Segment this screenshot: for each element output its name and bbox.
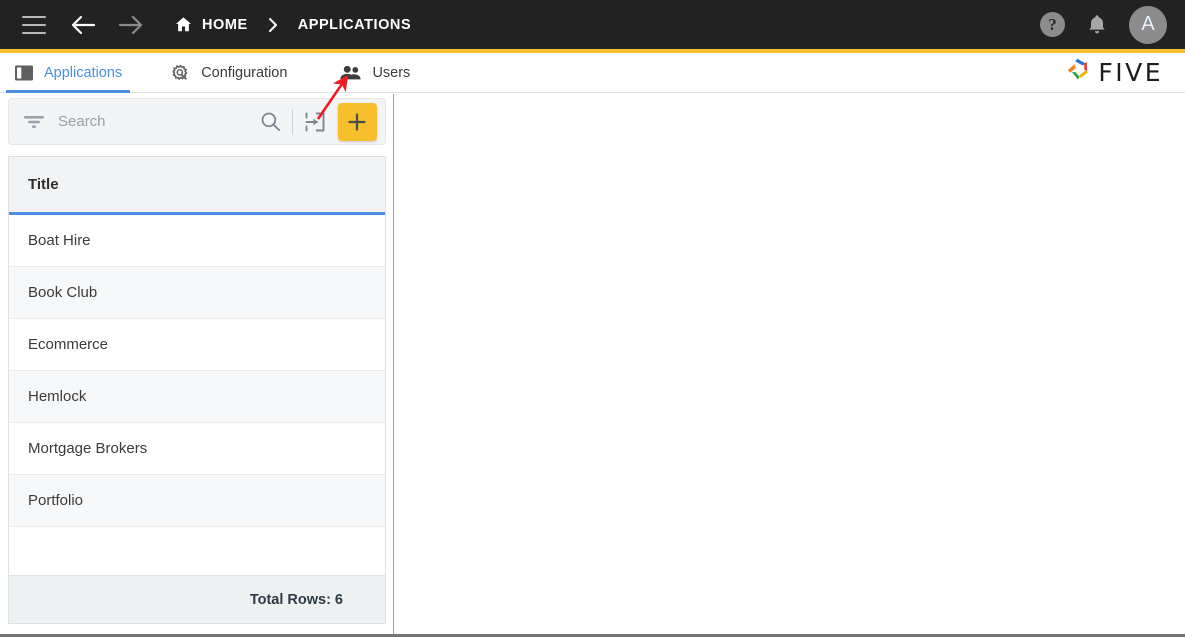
column-header-title[interactable]: Title (9, 176, 59, 193)
cell-title: Ecommerce (28, 336, 109, 353)
grid-toolbar (8, 98, 386, 145)
brand-name: FIVE (1098, 57, 1163, 87)
cell-title: Boat Hire (28, 232, 91, 249)
five-pinwheel-logo-icon (1064, 56, 1092, 88)
chevron-right-icon (268, 17, 278, 33)
tab-label: Configuration (201, 65, 288, 81)
people-icon (339, 64, 362, 82)
applications-grid: Title Boat Hire Book Club Ecommerce Heml… (8, 156, 386, 624)
user-avatar[interactable]: A (1129, 5, 1167, 44)
tab-applications[interactable]: Applications (0, 53, 136, 93)
table-row[interactable]: Portfolio (9, 475, 385, 527)
filter-icon[interactable] (21, 108, 46, 136)
cell-title: Mortgage Brokers (28, 440, 148, 457)
table-row[interactable]: Book Club (9, 267, 385, 319)
table-row[interactable]: Mortgage Brokers (9, 423, 385, 475)
home-icon (174, 15, 193, 34)
breadcrumb-home-link[interactable]: HOME (202, 17, 248, 33)
tab-label: Applications (44, 65, 123, 81)
tab-users[interactable]: Users (325, 53, 424, 93)
toolbar-divider (291, 108, 293, 135)
cell-title: Book Club (28, 284, 98, 301)
gear-wrench-icon (170, 63, 191, 83)
add-application-button[interactable] (337, 102, 377, 141)
brand-logo: FIVE (1064, 56, 1163, 88)
import-icon[interactable] (303, 108, 328, 136)
hamburger-menu-icon[interactable] (22, 15, 46, 34)
grid-empty-space (9, 527, 385, 575)
table-row[interactable]: Ecommerce (9, 319, 385, 371)
breadcrumb-current-page: APPLICATIONS (297, 16, 412, 33)
search-input[interactable] (58, 113, 257, 130)
grid-body: Boat Hire Book Club Ecommerce Hemlock Mo… (9, 215, 385, 575)
cell-title: Portfolio (28, 492, 84, 509)
tab-configuration[interactable]: Configuration (156, 53, 301, 93)
plus-icon (348, 112, 366, 131)
applications-panel: Title Boat Hire Book Club Ecommerce Heml… (0, 94, 394, 634)
split-panel-icon (14, 64, 34, 82)
breadcrumb: HOME APPLICATIONS (174, 15, 411, 34)
help-icon[interactable]: ? (1040, 12, 1065, 37)
back-arrow-icon[interactable] (70, 14, 96, 36)
tab-bar: Applications Configuration Users (0, 53, 1185, 93)
application-window: HOME APPLICATIONS ? A Applications Confi… (0, 0, 1185, 637)
top-bar-actions: ? A (1040, 0, 1167, 49)
top-navigation-bar: HOME APPLICATIONS ? A (0, 0, 1185, 49)
search-icon[interactable] (257, 107, 284, 137)
grid-header-row[interactable]: Title (9, 157, 385, 215)
tab-label: Users (372, 65, 411, 81)
cell-title: Hemlock (28, 388, 87, 405)
total-rows-label: Total Rows: 6 (249, 591, 343, 608)
grid-footer: Total Rows: 6 (9, 575, 385, 623)
table-row[interactable]: Boat Hire (9, 215, 385, 267)
notifications-bell-icon[interactable] (1087, 13, 1107, 36)
table-row[interactable]: Hemlock (9, 371, 385, 423)
forward-arrow-icon[interactable] (118, 14, 144, 36)
